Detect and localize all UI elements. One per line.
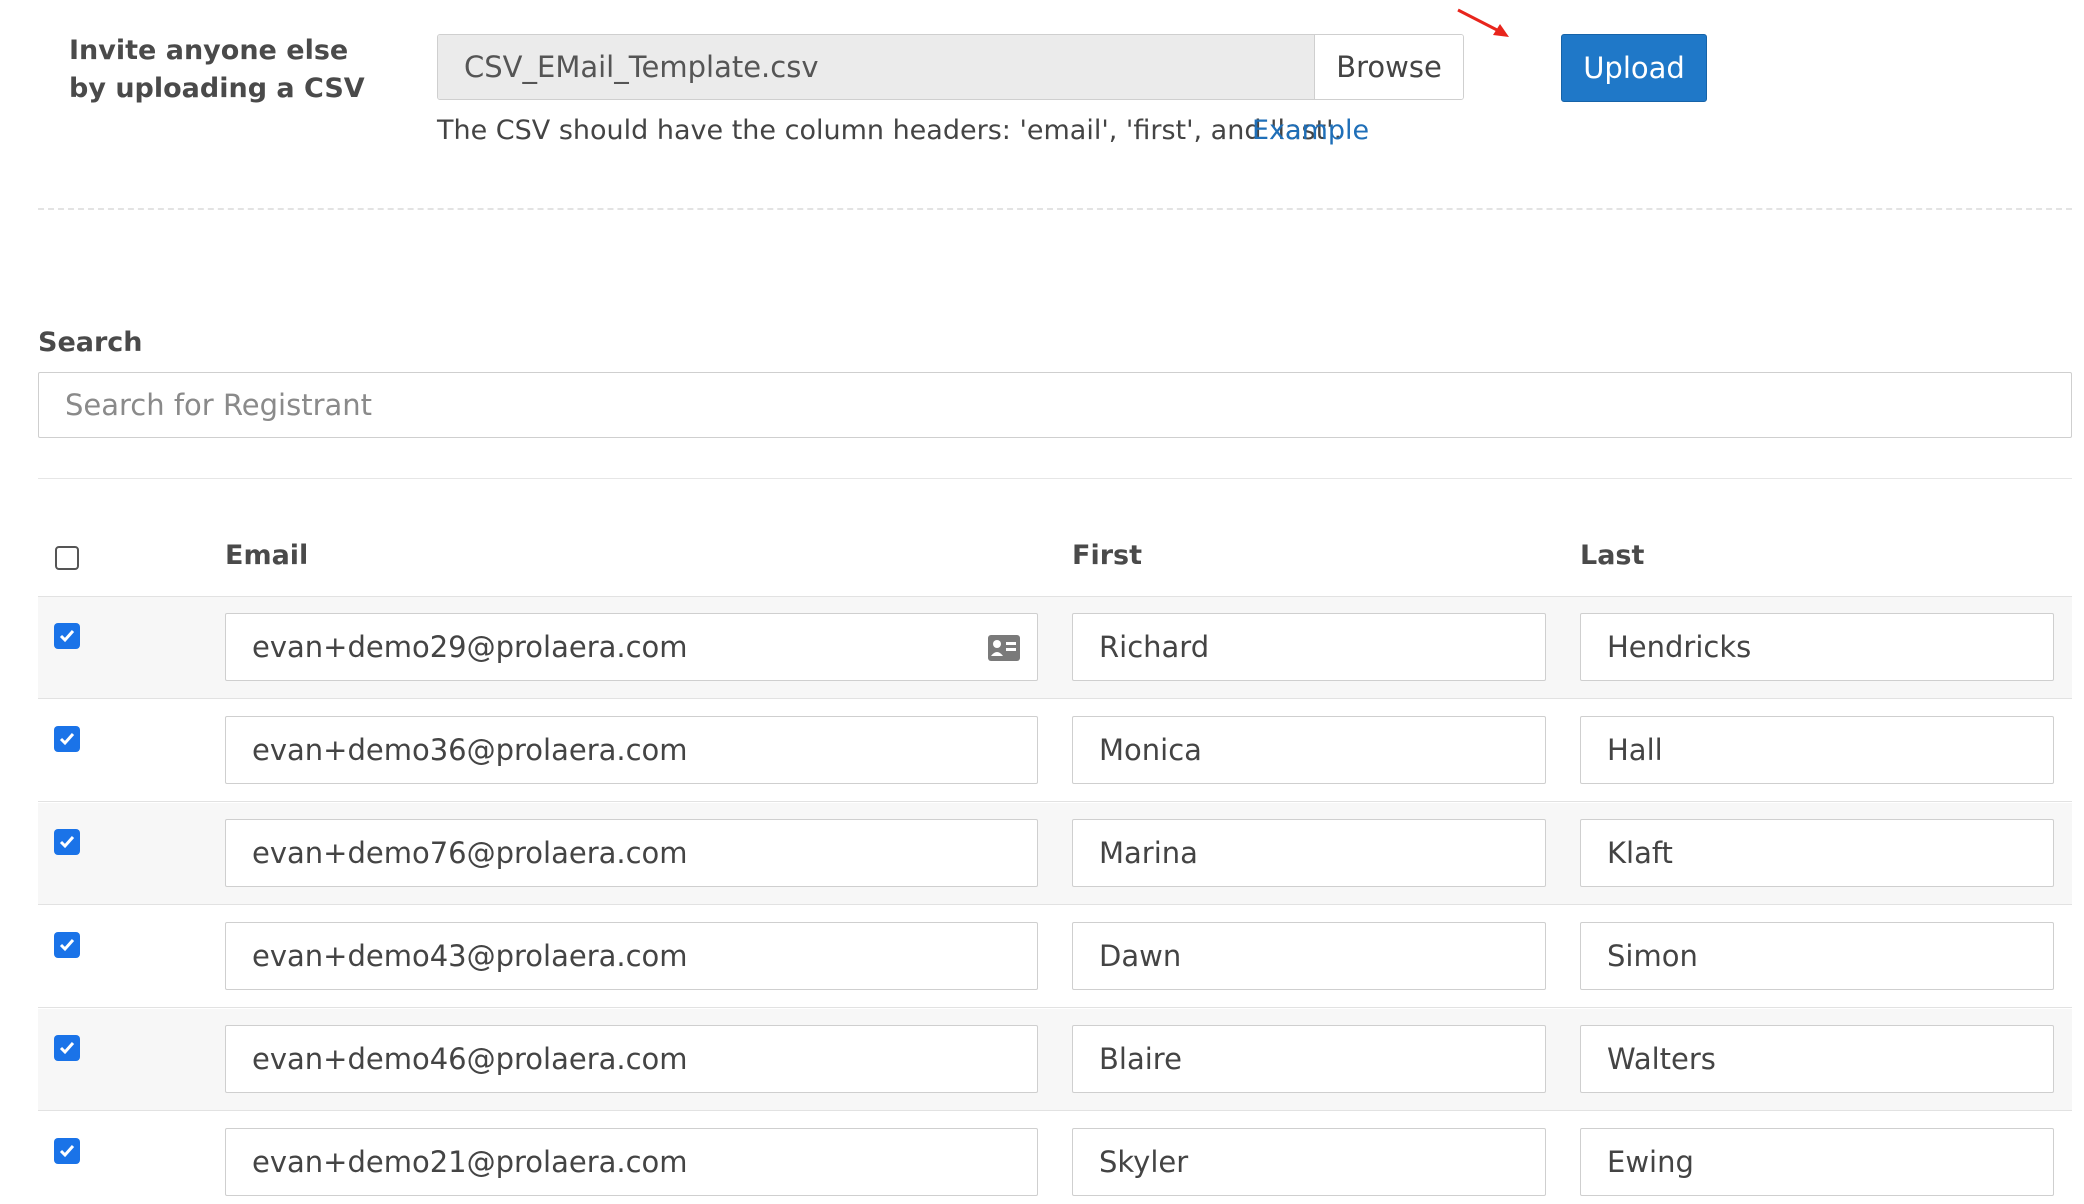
first-name-field[interactable]: Monica [1072,716,1546,784]
last-name-field[interactable]: Hall [1580,716,2054,784]
column-header-email: Email [225,540,309,571]
table-row: evan+demo43@prolaera.com Dawn Simon [38,906,2072,1008]
last-name-field[interactable]: Ewing [1580,1128,2054,1196]
browse-button[interactable]: Browse [1314,35,1463,99]
checkmark-icon [59,733,75,746]
row-checkbox[interactable] [54,726,80,752]
contact-card-icon[interactable] [987,634,1021,662]
upload-button[interactable]: Upload [1561,34,1707,102]
email-field[interactable]: evan+demo76@prolaera.com [225,819,1038,887]
last-name-field[interactable]: Hendricks [1580,613,2054,681]
email-field[interactable]: evan+demo43@prolaera.com [225,922,1038,990]
table-row: evan+demo36@prolaera.com Monica Hall [38,700,2072,802]
csv-format-hint: The CSV should have the column headers: … [437,115,1343,146]
selected-file-name[interactable]: CSV_EMail_Template.csv [438,35,1314,99]
column-header-first: First [1072,540,1142,571]
checkmark-icon [59,1145,75,1158]
first-name-field[interactable]: Skyler [1072,1128,1546,1196]
last-name-field[interactable]: Walters [1580,1025,2054,1093]
search-input[interactable] [38,372,2072,438]
email-field[interactable]: evan+demo21@prolaera.com [225,1128,1038,1196]
last-name-field[interactable]: Simon [1580,922,2054,990]
table-row: evan+demo21@prolaera.com Skyler Ewing [38,1112,2072,1204]
email-field[interactable]: evan+demo29@prolaera.com [225,613,1038,681]
first-name-field[interactable]: Blaire [1072,1025,1546,1093]
row-checkbox[interactable] [54,1035,80,1061]
column-header-last: Last [1580,540,1645,571]
last-name-field[interactable]: Klaft [1580,819,2054,887]
section-divider [38,208,2072,210]
row-checkbox[interactable] [54,932,80,958]
table-row: evan+demo46@prolaera.com Blaire Walters [38,1009,2072,1111]
checkmark-icon [59,939,75,952]
search-label: Search [38,327,143,358]
email-field[interactable]: evan+demo46@prolaera.com [225,1025,1038,1093]
email-value: evan+demo29@prolaera.com [252,630,688,664]
email-field[interactable]: evan+demo36@prolaera.com [225,716,1038,784]
first-name-field[interactable]: Richard [1072,613,1546,681]
checkmark-icon [59,836,75,849]
csv-file-picker[interactable]: CSV_EMail_Template.csv Browse [437,34,1464,100]
first-name-field[interactable]: Dawn [1072,922,1546,990]
table-row: evan+demo76@prolaera.com Marina Klaft [38,803,2072,905]
row-checkbox[interactable] [54,829,80,855]
row-checkbox[interactable] [54,1138,80,1164]
upload-section-label: Invite anyone else by uploading a CSV [69,35,365,104]
checkmark-icon [59,1042,75,1055]
row-checkbox[interactable] [54,623,80,649]
red-arrow-icon [1457,8,1509,37]
example-link[interactable]: Example [1252,113,1369,149]
table-row: evan+demo29@prolaera.com Richard Hendric… [38,597,2072,699]
select-all-checkbox[interactable] [55,546,79,570]
search-divider [38,478,2072,479]
checkmark-icon [59,630,75,643]
first-name-field[interactable]: Marina [1072,819,1546,887]
